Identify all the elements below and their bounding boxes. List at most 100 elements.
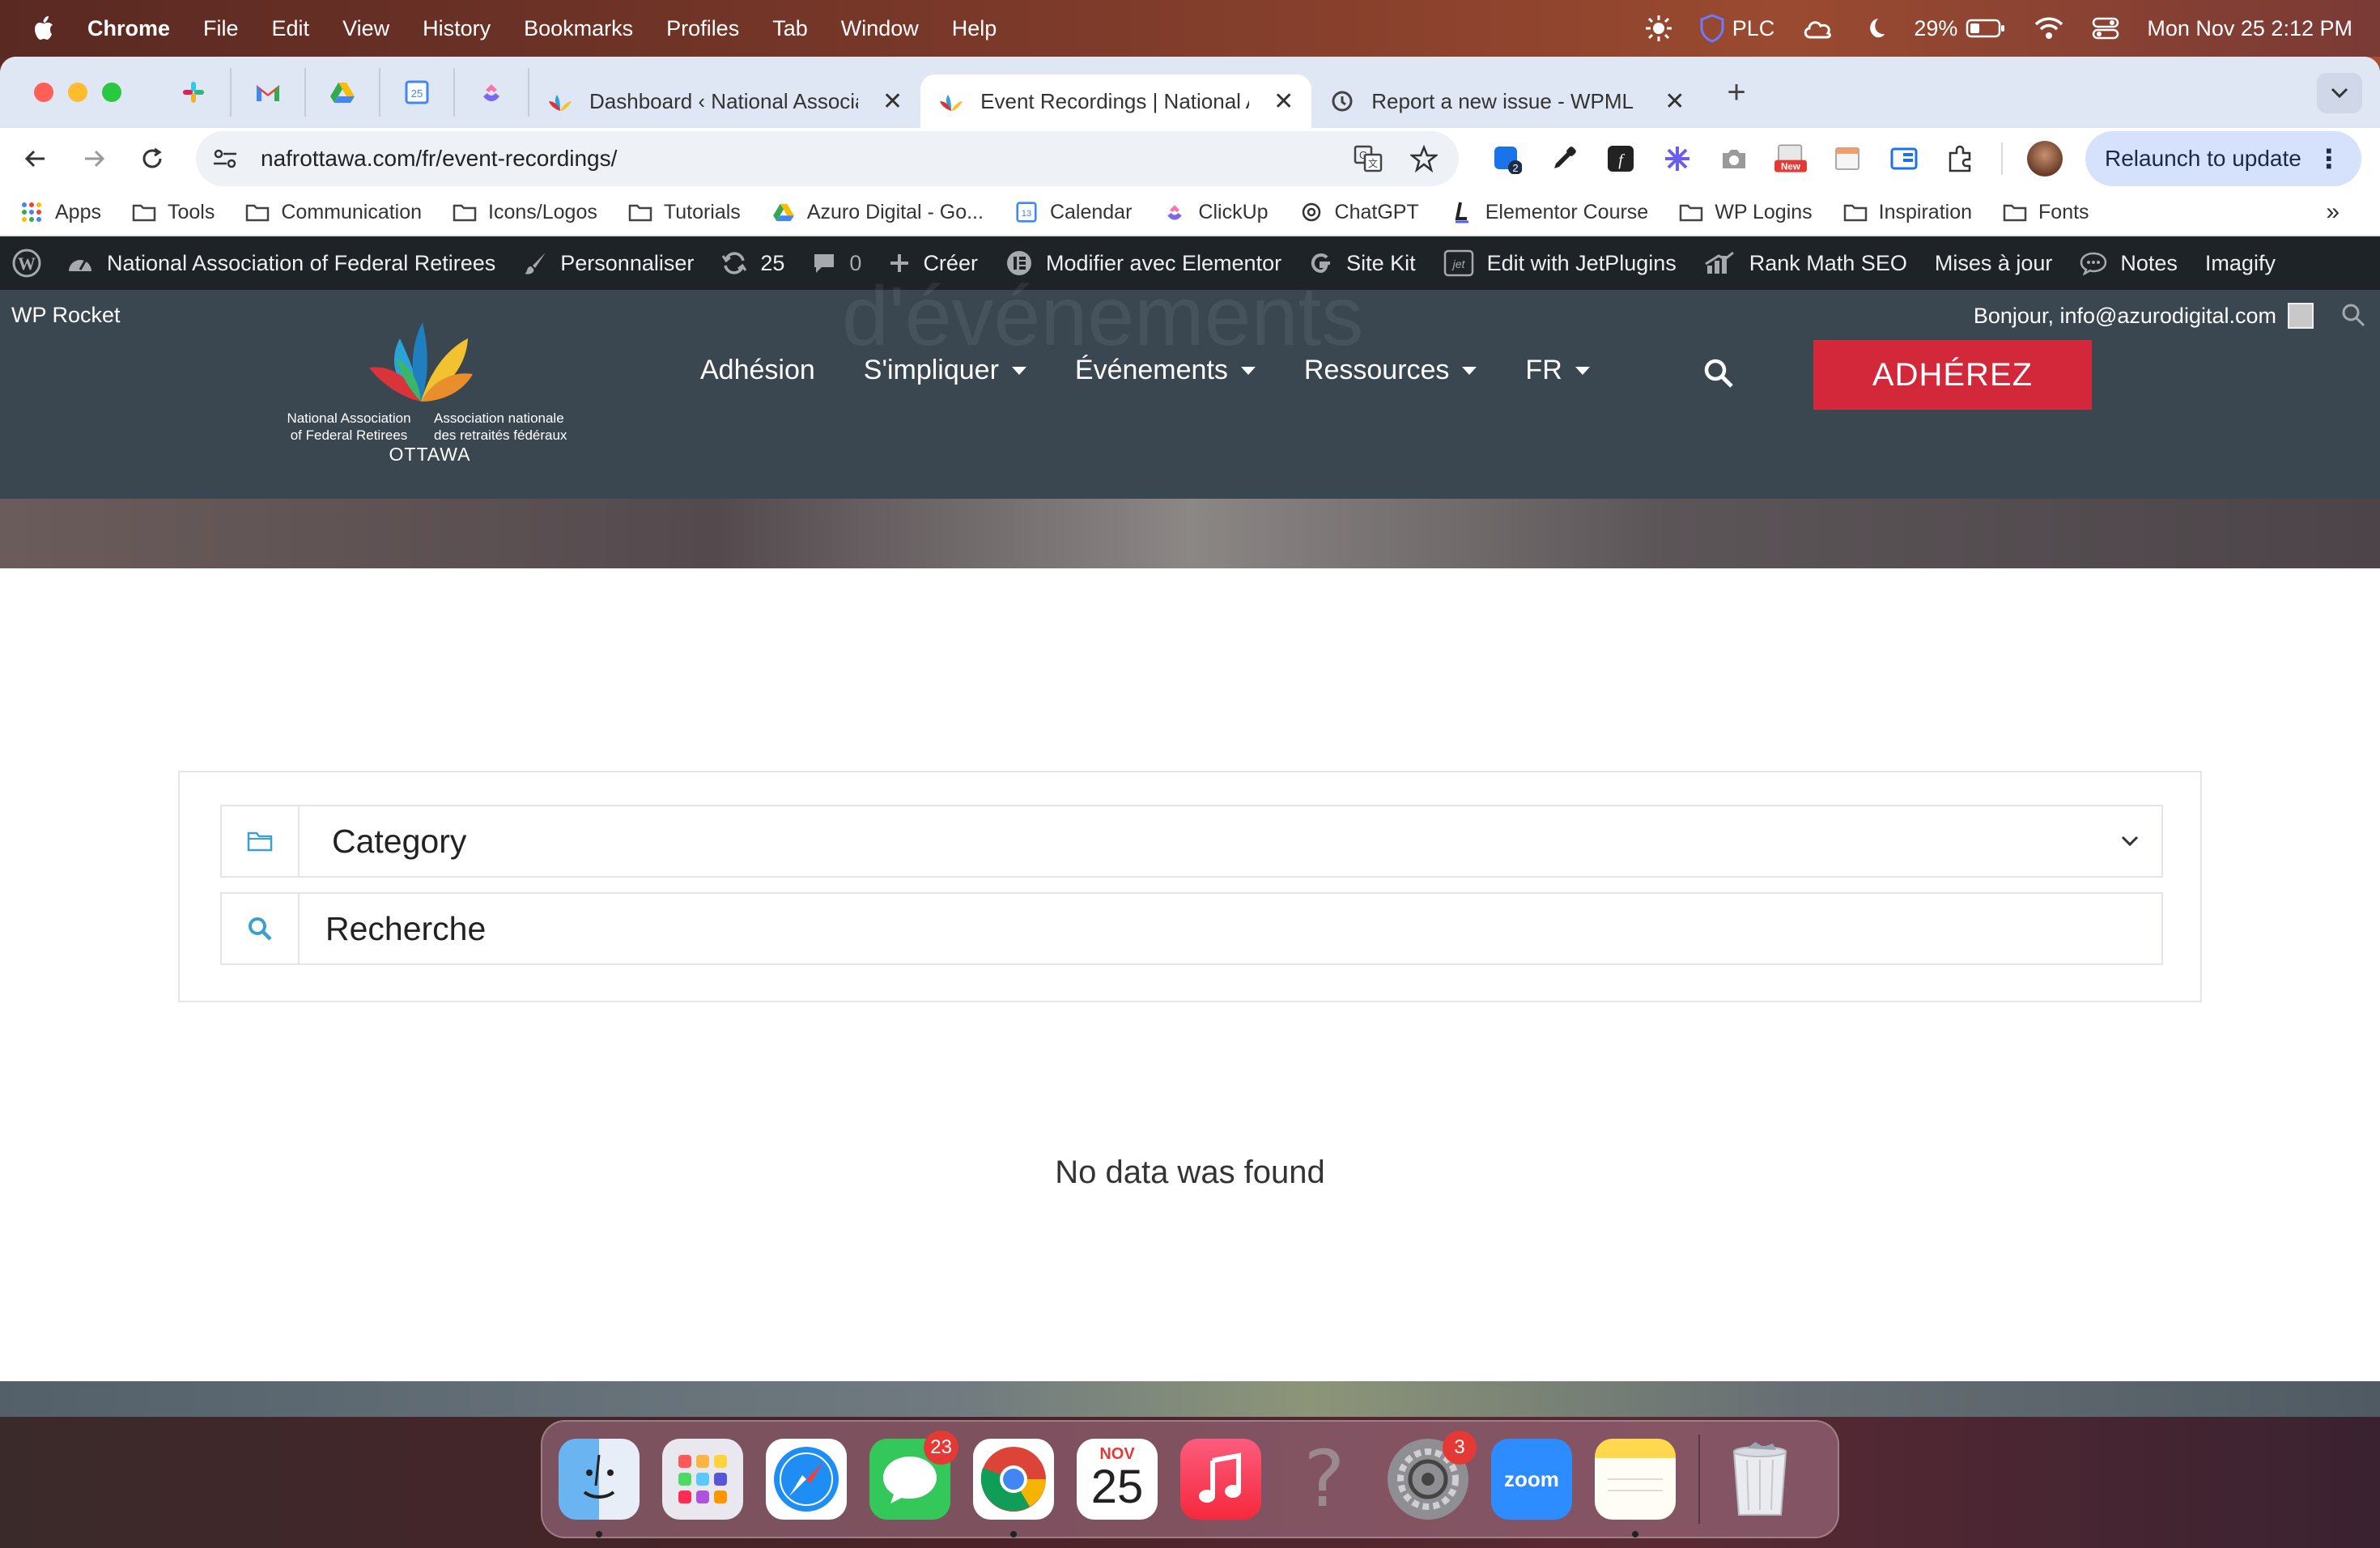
dock-unknown-app[interactable]: ?: [1284, 1434, 1365, 1525]
pinned-tab-calendar[interactable]: 25: [380, 68, 455, 117]
wp-logo-menu[interactable]: W: [11, 248, 42, 279]
bookmark-folder-wp-logins[interactable]: WP Logins: [1679, 201, 1813, 224]
dock-trash[interactable]: [1719, 1439, 1800, 1520]
admin-account-menu[interactable]: Bonjour, info@azurodigital.com: [1974, 303, 2314, 329]
admin-jetplugins[interactable]: jet Edit with JetPlugins: [1443, 249, 1677, 277]
control-center-icon[interactable]: [2092, 16, 2119, 40]
bookmark-folder-tools[interactable]: Tools: [132, 201, 215, 224]
menu-chrome[interactable]: Chrome: [87, 16, 170, 41]
bookmark-folder-communication[interactable]: Communication: [245, 201, 422, 224]
forward-button[interactable]: [78, 142, 110, 175]
nav-item-language[interactable]: FR: [1525, 355, 1590, 386]
bookmark-elementor-course[interactable]: Elementor Course: [1450, 201, 1648, 224]
menu-help[interactable]: Help: [952, 16, 997, 41]
bookmark-chatgpt[interactable]: ChatGPT: [1299, 201, 1419, 224]
translate-icon[interactable]: G文: [1354, 145, 1383, 172]
site-search-button[interactable]: [1703, 358, 1734, 393]
close-tab-icon[interactable]: ✕: [882, 87, 903, 116]
menu-tab[interactable]: Tab: [772, 16, 808, 41]
dock-calendar[interactable]: NOV 25: [1077, 1439, 1158, 1520]
bookmark-apps[interactable]: Apps: [19, 201, 101, 224]
apple-icon[interactable]: [32, 15, 55, 41]
tab-wpml-issue[interactable]: Report a new issue - WPML ✕: [1311, 74, 1702, 128]
battery-status[interactable]: 29%: [1914, 16, 2006, 41]
admin-updates-menu[interactable]: Mises à jour: [1935, 251, 2053, 276]
cloud-icon[interactable]: [1802, 16, 1834, 40]
extension-window[interactable]: [1831, 142, 1864, 175]
dock-finder[interactable]: [559, 1439, 640, 1537]
minimize-window-button[interactable]: [68, 83, 87, 102]
pinned-tab-gmail[interactable]: [232, 68, 306, 117]
address-bar[interactable]: nafrottawa.com/fr/event-recordings/ G文: [196, 131, 1459, 186]
tab-search-button[interactable]: [2317, 73, 2362, 113]
dock-launchpad[interactable]: [662, 1439, 743, 1520]
bookmark-calendar[interactable]: 13 Calendar: [1014, 201, 1132, 224]
admin-customize[interactable]: Personnaliser: [523, 251, 694, 276]
extensions-menu[interactable]: [1944, 142, 1977, 175]
extension-reader[interactable]: [1888, 142, 1920, 175]
admin-wp-rocket[interactable]: WP Rocket: [11, 303, 121, 328]
reload-button[interactable]: [136, 142, 168, 175]
nav-item-ressources[interactable]: Ressources: [1304, 355, 1477, 386]
admin-search-button[interactable]: [2341, 303, 2365, 331]
dock-safari[interactable]: [766, 1439, 847, 1520]
pinned-tab-clickup[interactable]: [455, 68, 529, 117]
menu-edit[interactable]: Edit: [272, 16, 310, 41]
admin-imagify[interactable]: Imagify: [2205, 251, 2276, 276]
join-button[interactable]: ADHÉREZ: [1813, 340, 2092, 410]
close-tab-icon[interactable]: ✕: [1273, 87, 1294, 116]
close-tab-icon[interactable]: ✕: [1664, 87, 1685, 116]
extension-asterisk[interactable]: [1661, 142, 1694, 175]
nav-item-evenements[interactable]: Événements: [1075, 355, 1256, 386]
extension-fonts[interactable]: f: [1604, 142, 1637, 175]
wifi-icon[interactable]: [2034, 16, 2064, 40]
menu-window[interactable]: Window: [841, 16, 919, 41]
bookmark-clickup[interactable]: ClickUp: [1162, 201, 1269, 224]
bookmark-star-icon[interactable]: [1410, 145, 1438, 172]
admin-notes[interactable]: Notes: [2080, 251, 2178, 276]
dock-zoom[interactable]: zoom: [1491, 1439, 1572, 1520]
bookmark-folder-tutorials[interactable]: Tutorials: [628, 201, 741, 224]
close-window-button[interactable]: [34, 83, 53, 102]
bookmark-folder-icons-logos[interactable]: Icons/Logos: [453, 201, 597, 224]
bookmark-folder-inspiration[interactable]: Inspiration: [1843, 201, 1972, 224]
admin-rank-math[interactable]: Rank Math SEO: [1704, 251, 1907, 276]
vpn-status[interactable]: PLC: [1700, 14, 1774, 43]
site-logo[interactable]: National Association of Federal Retirees…: [280, 314, 580, 476]
bookmark-folder-fonts[interactable]: Fonts: [2003, 201, 2089, 224]
menu-history[interactable]: History: [423, 16, 491, 41]
more-bookmarks-icon[interactable]: »: [2326, 198, 2340, 226]
extension-eyedropper[interactable]: [1548, 142, 1580, 175]
dock-chrome[interactable]: [973, 1439, 1054, 1537]
relaunch-button[interactable]: Relaunch to update ⋮: [2085, 131, 2361, 186]
admin-updates[interactable]: 25: [721, 251, 784, 276]
clock[interactable]: Mon Nov 25 2:12 PM: [2147, 16, 2352, 41]
extension-bitwarden[interactable]: 2: [1491, 142, 1524, 175]
extension-screenshot[interactable]: [1718, 142, 1750, 175]
pinned-tab-slack[interactable]: [157, 68, 232, 117]
more-menu-icon[interactable]: ⋮: [2316, 143, 2342, 174]
tab-event-recordings[interactable]: Event Recordings | National A ✕: [920, 74, 1312, 128]
new-tab-icon[interactable]: +: [1727, 74, 1745, 111]
category-select[interactable]: Category: [220, 805, 2163, 878]
site-settings-icon[interactable]: [212, 147, 238, 171]
bookmark-azuro-drive[interactable]: Azuro Digital - Go...: [771, 201, 984, 224]
moon-icon[interactable]: [1862, 16, 1886, 40]
menu-file[interactable]: File: [203, 16, 239, 41]
search-input[interactable]: Recherche: [220, 892, 2163, 965]
extension-new[interactable]: New: [1774, 142, 1807, 175]
pinned-tab-drive[interactable]: [306, 68, 380, 117]
tab-dashboard[interactable]: Dashboard ‹ National Associa ✕: [529, 74, 920, 128]
brightness-icon[interactable]: [1645, 15, 1672, 42]
admin-site-name[interactable]: National Association of Federal Retirees: [66, 251, 495, 276]
profile-avatar[interactable]: [2027, 141, 2063, 176]
zoom-window-button[interactable]: [102, 83, 121, 102]
menu-bookmarks[interactable]: Bookmarks: [524, 16, 633, 41]
dock-messages[interactable]: 23: [869, 1431, 958, 1520]
dock-notes[interactable]: [1595, 1439, 1676, 1537]
dock-music[interactable]: [1180, 1439, 1261, 1520]
nav-item-adhesion[interactable]: Adhésion: [700, 355, 815, 386]
menu-profiles[interactable]: Profiles: [666, 16, 739, 41]
back-button[interactable]: [19, 142, 52, 175]
menu-view[interactable]: View: [342, 16, 389, 41]
